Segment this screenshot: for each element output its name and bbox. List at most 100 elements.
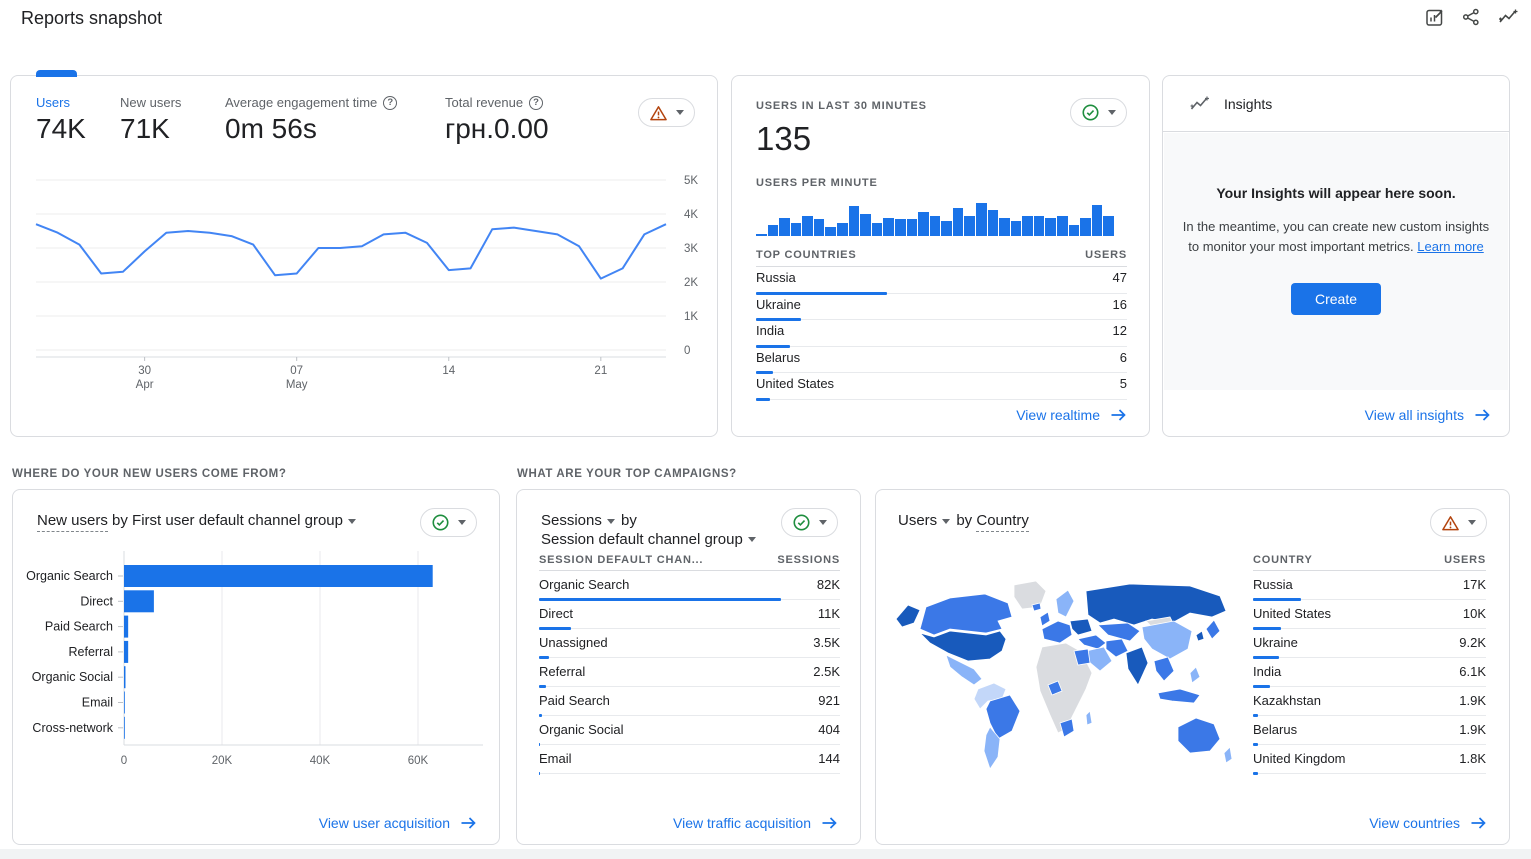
- minute-bar: [802, 216, 813, 236]
- minute-bar: [953, 208, 964, 236]
- metric-selector[interactable]: Sessions: [541, 512, 602, 529]
- x-tick-label: Apr: [136, 379, 154, 391]
- realtime-country-row: India12: [756, 320, 1127, 347]
- arrow-right-icon: [1110, 408, 1127, 422]
- data-quality-menu[interactable]: [1430, 508, 1487, 537]
- realtime-country-value: 12: [1113, 323, 1127, 338]
- learn-more-link[interactable]: Learn more: [1417, 239, 1483, 254]
- session-channel-row: Organic Social404: [539, 716, 840, 745]
- realtime-card: USERS IN LAST 30 MINUTES 135 USERS PER M…: [731, 75, 1150, 437]
- customize-report-icon[interactable]: [1423, 6, 1445, 28]
- country-row: United States10K: [1253, 600, 1486, 629]
- title-by: by: [956, 512, 972, 529]
- country-value: 17K: [1463, 577, 1486, 592]
- session-channel-row: Direct11K: [539, 600, 840, 629]
- help-icon[interactable]: ?: [383, 96, 397, 110]
- users-per-minute-label: USERS PER MINUTE: [756, 177, 878, 189]
- metric-selector[interactable]: Users: [898, 512, 937, 529]
- minute-bar: [825, 227, 836, 236]
- sessions-table: Organic Search82KDirect11KUnassigned3.5K…: [539, 571, 840, 774]
- y-tick-label: 5K: [684, 175, 698, 187]
- metric-tab-users[interactable]: Users 74K: [36, 95, 86, 145]
- y-tick-label: 2K: [684, 277, 698, 289]
- country-bar: [1253, 772, 1258, 775]
- metric-value: 71K: [120, 113, 181, 145]
- insights-icon: [1189, 94, 1211, 114]
- channel-bar: [124, 666, 125, 688]
- users-header: USERS: [1085, 249, 1127, 261]
- data-quality-menu[interactable]: [1070, 98, 1127, 127]
- realtime-country-value: 47: [1113, 270, 1127, 285]
- page-scroll-edge: [0, 849, 1531, 859]
- create-insight-button[interactable]: Create: [1291, 283, 1381, 315]
- view-all-insights-link[interactable]: View all insights: [1365, 407, 1491, 423]
- metric-tab-new-users[interactable]: New users 71K: [120, 95, 181, 145]
- view-realtime-link[interactable]: View realtime: [1016, 407, 1127, 423]
- warning-icon: [1441, 514, 1460, 532]
- minute-bar: [814, 219, 825, 236]
- country-row: Ukraine9.2K: [1253, 629, 1486, 658]
- arrow-right-icon: [1474, 408, 1491, 422]
- country-row: Belarus1.9K: [1253, 716, 1486, 745]
- data-quality-menu[interactable]: [420, 508, 477, 537]
- insights-icon[interactable]: [1497, 6, 1519, 28]
- minute-bar: [756, 234, 767, 236]
- traffic-acquisition-card: Sessions by Session default channel grou…: [516, 489, 861, 845]
- minute-bar: [988, 210, 999, 236]
- country-value: 10K: [1463, 606, 1486, 621]
- sessions-column-header: SESSIONS: [777, 554, 840, 566]
- y-tick-label: 1K: [684, 311, 698, 323]
- session-channel-row: Referral2.5K: [539, 658, 840, 687]
- metric-selector[interactable]: New users: [37, 512, 108, 532]
- realtime-country-name: Russia: [756, 270, 796, 285]
- country-name: India: [1253, 664, 1281, 679]
- dimension-selector[interactable]: Session default channel group: [541, 531, 743, 548]
- country-row: India6.1K: [1253, 658, 1486, 687]
- chevron-down-icon: [348, 519, 356, 524]
- user-acquisition-card: New users by First user default channel …: [12, 489, 500, 845]
- page-title: Reports snapshot: [21, 8, 162, 29]
- metric-tab-total-revenue[interactable]: Total revenue? грн.0.00: [445, 95, 549, 145]
- users-series-line: [36, 224, 666, 278]
- country-name: Ukraine: [1253, 635, 1298, 650]
- chevron-down-icon: [458, 520, 466, 525]
- x-tick-label: 0: [121, 755, 127, 767]
- session-channel-row: Organic Search82K: [539, 571, 840, 600]
- view-countries-link[interactable]: View countries: [1369, 815, 1487, 831]
- realtime-country-row: Russia 47: [756, 267, 1127, 294]
- data-quality-menu[interactable]: [638, 98, 695, 127]
- realtime-country-value: 5: [1120, 376, 1127, 391]
- view-traffic-acquisition-link[interactable]: View traffic acquisition: [673, 815, 838, 831]
- country-column-header: COUNTRY: [1253, 554, 1313, 566]
- minute-bar: [791, 223, 802, 236]
- arrow-right-icon: [460, 816, 477, 830]
- session-channel-value: 11K: [818, 606, 840, 621]
- metric-tab-avg-engagement-time[interactable]: Average engagement time? 0m 56s: [225, 95, 397, 145]
- dimension-title[interactable]: by First user default channel group: [112, 512, 343, 529]
- header-actions: [1423, 6, 1519, 28]
- realtime-country-value: 16: [1113, 297, 1127, 312]
- minute-bar: [895, 219, 906, 236]
- channel-bar: [124, 565, 433, 587]
- world-choropleth-map: [890, 572, 1242, 784]
- minute-bar: [837, 223, 848, 236]
- help-icon[interactable]: ?: [529, 96, 543, 110]
- section-title-campaigns: WHAT ARE YOUR TOP CAMPAIGNS?: [517, 468, 737, 480]
- y-tick-label: 3K: [684, 243, 698, 255]
- share-icon[interactable]: [1460, 6, 1482, 28]
- users-column-header: USERS: [1444, 554, 1486, 566]
- category-label: Organic Social: [32, 670, 113, 684]
- view-user-acquisition-link[interactable]: View user acquisition: [319, 815, 477, 831]
- realtime-country-name: United States: [756, 376, 834, 391]
- x-tick-label: May: [286, 379, 308, 391]
- minute-bar: [918, 212, 929, 236]
- minute-bar: [860, 214, 871, 236]
- channel-bar: [124, 717, 125, 739]
- country-row: Russia17K: [1253, 571, 1486, 600]
- arrow-right-icon: [1470, 816, 1487, 830]
- session-channel-row: Email144: [539, 745, 840, 774]
- data-quality-menu[interactable]: [781, 508, 838, 537]
- dimension-selector[interactable]: Country: [976, 512, 1029, 532]
- countries-table: Russia17KUnited States10KUkraine9.2KIndi…: [1253, 571, 1486, 774]
- y-tick-label: 0: [684, 345, 690, 357]
